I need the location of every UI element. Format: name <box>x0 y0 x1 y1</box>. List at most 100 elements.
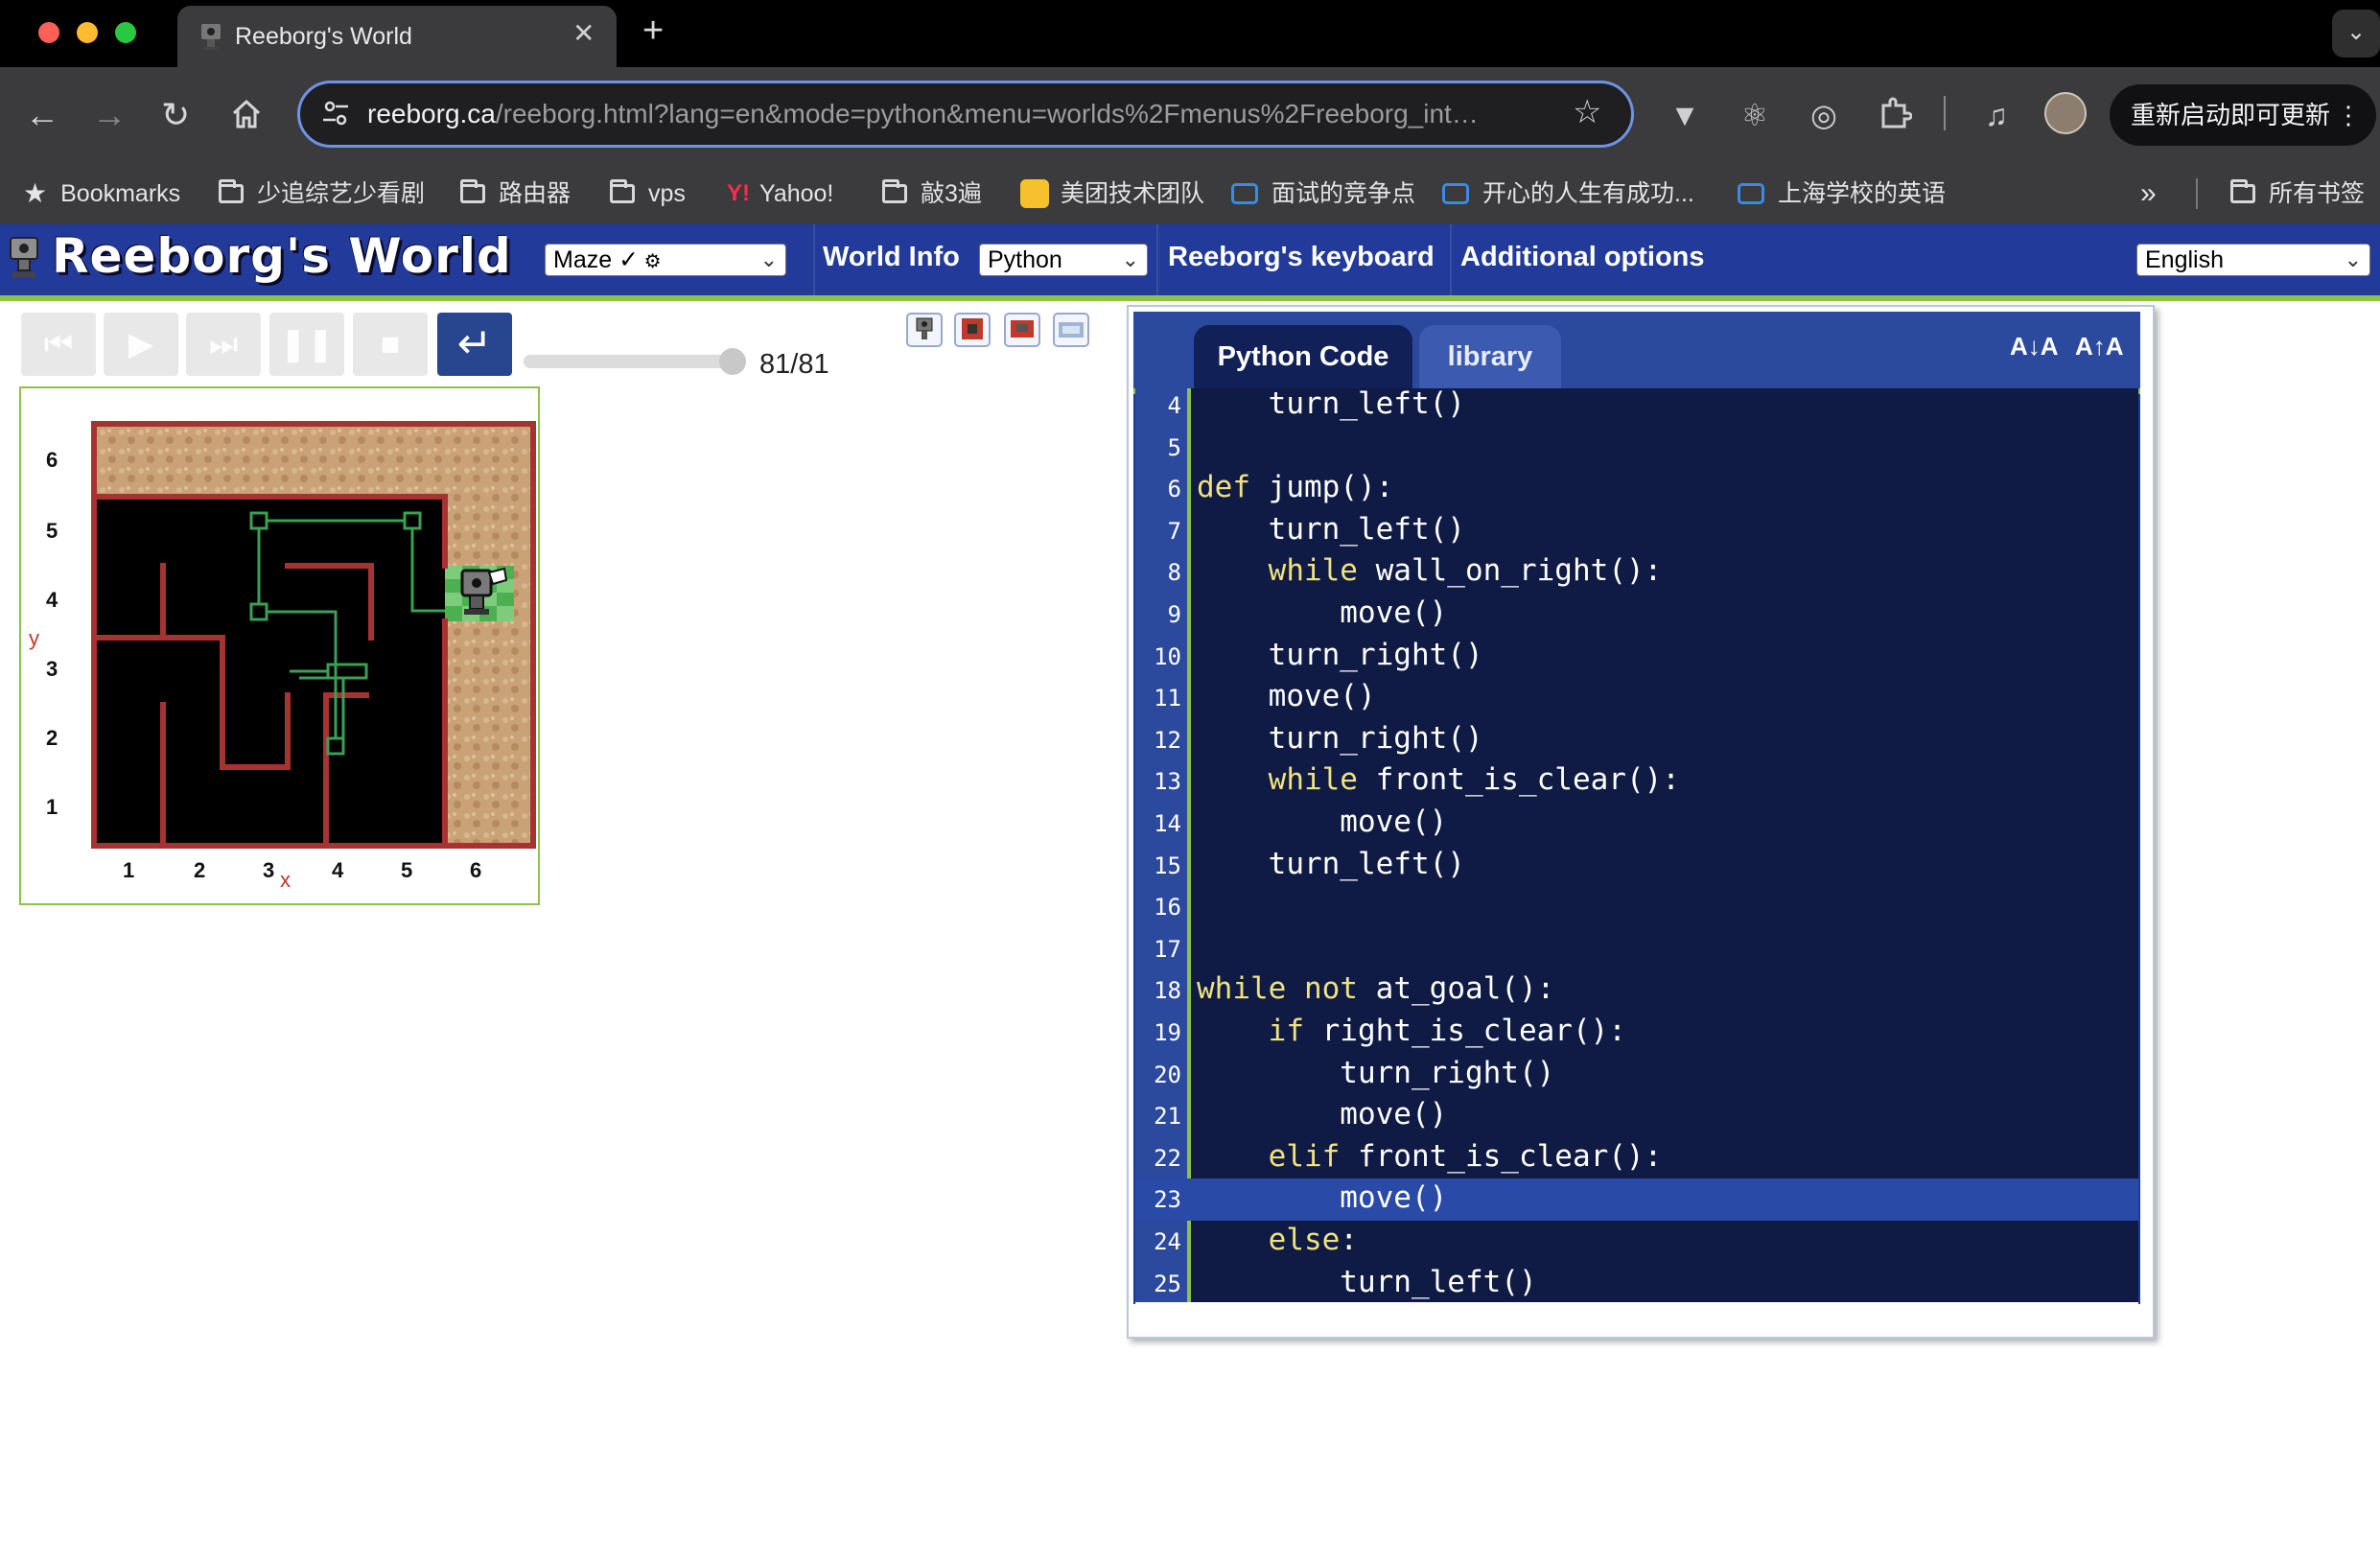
bookmark-bilibili[interactable]: 面试的竞争点 <box>1231 175 1415 213</box>
code-line[interactable]: 18 while not at_goal(): <box>1135 969 2138 1012</box>
code-line[interactable]: 21 move() <box>1135 1095 2138 1137</box>
line-number: 6 <box>1167 476 1181 503</box>
bookmarks-manager[interactable]: ★ Bookmarks <box>23 175 180 213</box>
additional-options-button[interactable]: Additional options <box>1460 242 1705 273</box>
home-icon[interactable] <box>230 98 263 130</box>
language-mode-select[interactable]: Python ⌄ <box>979 244 1148 276</box>
highlight-icon[interactable] <box>1004 313 1040 347</box>
bookmarks-overflow-icon[interactable]: » <box>2140 175 2157 213</box>
decrease-font-button[interactable]: A↓A <box>2010 332 2059 362</box>
browser-tab[interactable]: Reeborg's World ✕ <box>177 6 617 67</box>
bookmark-star-icon[interactable]: ☆ <box>1573 93 1601 131</box>
world-info-button[interactable]: World Info <box>823 242 960 273</box>
reload-world-button[interactable]: ⏮ <box>21 313 96 376</box>
line-number: 21 <box>1154 1103 1181 1131</box>
world-edit-icon[interactable] <box>954 313 991 347</box>
bookmark-folder[interactable]: 路由器 <box>460 175 571 213</box>
x-axis-title: x <box>280 868 291 892</box>
code-line[interactable]: 9 move() <box>1135 594 2138 636</box>
site-settings-icon[interactable] <box>321 99 350 128</box>
code-line[interactable]: 22 elif front_is_clear(): <box>1135 1137 2138 1179</box>
update-button[interactable]: 重新启动即可更新 ⋮ <box>2110 84 2376 146</box>
world-select[interactable]: Maze ✓ ⚙ ⌄ <box>545 244 786 276</box>
code-line[interactable]: 12 turn_right() <box>1135 719 2138 761</box>
tab-python-code[interactable]: Python Code <box>1194 325 1412 388</box>
all-bookmarks-folder[interactable]: 所有书签 <box>2230 175 2365 213</box>
code-text: move() <box>1197 595 1447 630</box>
code-line[interactable]: 6 def jump(): <box>1135 468 2138 510</box>
forward-arrow-icon[interactable]: → <box>92 96 127 134</box>
new-tab-icon[interactable]: + <box>642 12 664 50</box>
url-text[interactable]: reeborg.ca/reeborg.html?lang=en&mode=pyt… <box>367 99 1479 129</box>
code-line[interactable]: 7 turn_left() <box>1135 510 2138 552</box>
close-window-button[interactable] <box>38 22 59 43</box>
tab-search-chevron-icon[interactable]: ⌄ <box>2332 10 2380 58</box>
code-line[interactable]: 5 <box>1135 427 2138 469</box>
code-line[interactable]: 4 turn_left() <box>1135 388 2138 427</box>
increase-font-button[interactable]: A↑A <box>2075 332 2124 362</box>
tab-close-icon[interactable]: ✕ <box>572 17 595 49</box>
ui-language-select[interactable]: English ⌄ <box>2136 244 2370 276</box>
code-line[interactable]: 11 move() <box>1135 677 2138 719</box>
bilibili-icon <box>1738 183 1764 204</box>
code-line[interactable]: 14 move() <box>1135 803 2138 845</box>
code-line[interactable]: 16 <box>1135 886 2138 928</box>
code-text: turn_right() <box>1197 721 1483 756</box>
back-arrow-icon[interactable]: ← <box>25 96 59 134</box>
run-button[interactable]: ▶ <box>104 313 178 376</box>
code-line[interactable]: 23 move() <box>1135 1178 2138 1222</box>
step-slider-handle[interactable] <box>719 348 746 375</box>
pause-button[interactable]: ❚❚ <box>269 313 344 376</box>
code-editor[interactable]: 4 turn_left() 5 6 def jump(): 7 turn_left() 8… <box>1135 388 2138 1302</box>
keyboard-button[interactable]: Reeborg's keyboard <box>1168 242 1435 273</box>
stop-button[interactable]: ■ <box>353 313 428 376</box>
step-button[interactable]: ⏭ <box>186 313 261 376</box>
bookmark-folder[interactable]: vps <box>610 175 686 213</box>
tab-library[interactable]: library <box>1419 325 1561 388</box>
more-menu-icon[interactable]: ⋮ <box>2336 84 2361 146</box>
react-extension-icon[interactable]: ⚛ <box>1734 96 1776 134</box>
bookmark-meituan[interactable]: 美团技术团队 <box>1020 175 1204 213</box>
meituan-icon <box>1020 179 1049 208</box>
reload-button[interactable]: ↵ <box>437 313 512 376</box>
code-line[interactable]: 20 turn_right() <box>1135 1054 2138 1096</box>
code-line[interactable]: 25 turn_left() <box>1135 1263 2138 1302</box>
reload-icon[interactable]: ↻ <box>161 96 190 134</box>
pause-icon: ❚❚ <box>279 326 335 362</box>
bookmark-bilibili[interactable]: 开心的人生有成功... <box>1442 175 1694 213</box>
code-text: elif front_is_clear(): <box>1197 1139 1663 1174</box>
bookmark-folder[interactable]: 敲3遍 <box>882 175 982 213</box>
minimize-window-button[interactable] <box>77 22 98 43</box>
language-mode-value: Python <box>988 246 1062 273</box>
extensions-puzzle-icon[interactable] <box>1878 96 1912 130</box>
code-line[interactable]: 17 <box>1135 928 2138 970</box>
bookmark-bilibili[interactable]: 上海学校的英语 <box>1738 175 1946 213</box>
media-control-icon[interactable]: ♫ <box>1975 96 2018 134</box>
maximize-window-button[interactable] <box>115 22 136 43</box>
vue-extension-icon[interactable]: ▼ <box>1664 96 1706 134</box>
bookmark-yahoo[interactable]: Y! Yahoo! <box>727 175 833 213</box>
code-line[interactable]: 10 turn_right() <box>1135 636 2138 678</box>
code-line[interactable]: 24 else: <box>1135 1221 2138 1263</box>
tab-title: Reeborg's World <box>235 23 412 50</box>
target-extension-icon[interactable]: ◎ <box>1803 96 1845 134</box>
code-line[interactable]: 13 while front_is_clear(): <box>1135 760 2138 803</box>
code-token: turn_right() <box>1197 720 1483 756</box>
code-text: move() <box>1197 805 1447 839</box>
code-text: while front_is_clear(): <box>1197 762 1680 797</box>
code-line[interactable]: 8 while wall_on_right(): <box>1135 551 2138 594</box>
animation-icon[interactable] <box>1053 313 1089 347</box>
code-text: move() <box>1197 679 1376 713</box>
robot-edit-icon[interactable] <box>906 313 943 347</box>
keyword-token: if <box>1268 1014 1304 1048</box>
profile-avatar[interactable] <box>2044 92 2087 134</box>
code-line[interactable]: 19 if right_is_clear(): <box>1135 1012 2138 1054</box>
code-line[interactable]: 15 turn_left() <box>1135 845 2138 887</box>
bookmark-folder[interactable]: 少追综艺少看剧 <box>219 175 425 213</box>
address-bar[interactable]: reeborg.ca/reeborg.html?lang=en&mode=pyt… <box>297 81 1634 148</box>
step-slider[interactable] <box>524 355 744 368</box>
